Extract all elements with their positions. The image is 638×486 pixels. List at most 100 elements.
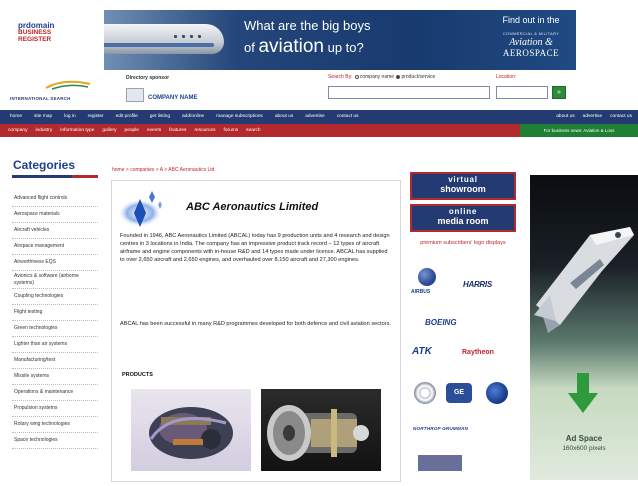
sidebar-item-aircraft-vehicles[interactable]: Aircraft vehicles — [12, 223, 98, 239]
subnav-item-forums[interactable]: forums — [224, 128, 239, 133]
banner-headline: What are the big boys of aviation up to? — [244, 18, 370, 60]
airplane-window — [198, 35, 201, 38]
nav-item-get-listing[interactable]: get listing — [150, 114, 170, 119]
subnav-item-industry[interactable]: industry — [35, 128, 52, 133]
subnav-item-events[interactable]: events — [147, 128, 161, 133]
product-image-engine-1[interactable] — [131, 389, 251, 471]
media-room-button[interactable]: online media room — [410, 204, 516, 232]
sidebar-item-operations-maintenance[interactable]: Operations & maintenance — [12, 385, 98, 401]
breadcrumb[interactable]: home > companies > A > ABC Aeronautics L… — [112, 167, 214, 173]
page: prdomain BUSINESS REGISTER What are the … — [0, 0, 638, 486]
swoosh-icon — [45, 80, 91, 90]
categories-title: Categories — [13, 158, 76, 172]
banner-find-out: Find out in the — [502, 15, 560, 25]
categories-underline — [12, 175, 98, 178]
subnav-item-search[interactable]: search — [246, 128, 260, 133]
ge-logo[interactable]: GE — [446, 383, 472, 403]
sidebar-item-airspace-management[interactable]: Airspace management — [12, 239, 98, 255]
primary-nav-right: about us advertise contact us — [548, 110, 632, 124]
search-input[interactable] — [328, 86, 490, 99]
banner-line2-prefix: of — [244, 39, 255, 55]
search-by-text: Search By: — [328, 74, 353, 80]
nav-right-item-contact-us[interactable]: contact us — [610, 114, 632, 119]
mr-bottom: media room — [437, 215, 489, 226]
nav-right-item-about-us[interactable]: about us — [556, 114, 574, 119]
sidebar-item-advanced-flight-controls[interactable]: Advanced flight controls — [12, 191, 98, 207]
sidebar-item-space-technologies[interactable]: Space technologies — [12, 433, 98, 449]
nav-item-edit-profile[interactable]: edit profile — [116, 114, 138, 119]
subnav-item-resources[interactable]: resources — [194, 128, 215, 133]
sponsor-logo-bottom[interactable] — [418, 455, 462, 471]
banner-brand1: Aviation & — [509, 37, 553, 48]
sidebar-item-lighter-than-air-systems[interactable]: Lighter than air systems — [12, 337, 98, 353]
sidebar-item-avionics-software-airborne-systems[interactable]: Avionics & software (airborne systems) — [12, 271, 98, 289]
sidebar-item-manufacturing-test[interactable]: Manufacturing/test — [12, 353, 98, 369]
sidebar-item-green-technologies[interactable]: Green technologies — [12, 321, 98, 337]
globe-logo-icon[interactable] — [486, 382, 508, 404]
international-search-link[interactable]: INTERNATIONAL SEARCH — [10, 96, 71, 101]
nav-item-site-map[interactable]: site map — [34, 114, 52, 119]
subnav-item-features[interactable]: features — [169, 128, 186, 133]
airplane-graphic — [104, 24, 224, 54]
company-description: Founded in 1946, ABC Aeronautics Limited… — [120, 233, 390, 263]
business-news-link[interactable]: For business news: Aviation & Loss — [520, 124, 638, 137]
airplane-window — [174, 35, 177, 38]
subnav-item-information-type[interactable]: information type — [60, 128, 94, 133]
sidebar-item-missile-systems[interactable]: Missile systems — [12, 369, 98, 385]
sidebar-item-flight-testing[interactable]: Flight testing — [12, 305, 98, 321]
banner-line1: What are the big boys — [244, 18, 371, 33]
logo-line3: REGISTER — [18, 36, 52, 44]
nav-item-manage-subscriptions[interactable]: manage subscriptions — [216, 114, 263, 119]
company-name-heading: ABC Aeronautics Limited — [186, 201, 319, 213]
nav-item-advertise[interactable]: advertise — [305, 114, 324, 119]
subnav-item-gallery[interactable]: gallery — [102, 128, 116, 133]
sponsor-logo-placeholder[interactable] — [126, 88, 144, 102]
nav-item-contact-us[interactable]: contact us — [337, 114, 359, 119]
subnav-item-company[interactable]: company — [8, 128, 27, 133]
space-shuttle-graphic — [534, 227, 634, 333]
ad-size: 160x600 pixels — [562, 445, 606, 453]
nav-item-add-online[interactable]: add/online — [182, 114, 204, 119]
raytheon-logo[interactable]: Raytheon — [462, 349, 494, 356]
radio-product-service[interactable] — [396, 74, 401, 79]
location-label: Location: — [496, 74, 517, 80]
nav-item-log-in[interactable]: log in — [64, 114, 75, 119]
down-arrow-icon — [568, 373, 598, 413]
secondary-nav: company industry information type gallery pe… — [0, 124, 638, 137]
airbus-logo[interactable]: AIRBUS — [411, 289, 430, 295]
location-input[interactable] — [496, 86, 548, 99]
banner-ad[interactable]: What are the big boys of aviation up to?… — [104, 10, 576, 70]
sponsor-company-name: COMPANY NAME — [148, 95, 198, 101]
nav-right-item-advertise[interactable]: advertise — [583, 114, 602, 119]
sidebar-item-aerospace-materials[interactable]: Aerospace materials — [12, 207, 98, 223]
skyscraper-ad[interactable]: Ad Space 160x600 pixels — [530, 175, 638, 480]
airbus-globe-icon[interactable] — [418, 268, 436, 286]
primary-nav: home site map log in register edit profile ge… — [0, 110, 638, 124]
sidebar-item-coupling-technologies[interactable]: Coupling technologies — [12, 289, 98, 305]
product-image-engine-2[interactable] — [261, 389, 381, 471]
banner-brand2: AEROSPACE — [502, 48, 560, 58]
sidebar-item-rotary-wing-technologies[interactable]: Rotary wing technologies — [12, 417, 98, 433]
ad-space-text: Ad Space 160x600 pixels — [530, 433, 638, 453]
harris-logo[interactable]: HARRIS — [463, 280, 492, 289]
company-rnd-text: ABCAL has been successful in many R&D pr… — [120, 321, 391, 327]
primary-nav-items: home site map log in register edit profile ge… — [0, 110, 638, 124]
site-logo[interactable]: prdomain BUSINESS REGISTER — [18, 21, 90, 44]
nav-item-about-us[interactable]: about us — [275, 114, 293, 119]
engine-image-1 — [149, 407, 233, 459]
search-go-button[interactable]: » — [552, 86, 566, 99]
sidebar-item-airworthiness-eqs[interactable]: Airworthiness EQS — [12, 255, 98, 271]
sidebar-item-propulsion-systems[interactable]: Propulsion systems — [12, 401, 98, 417]
engine-image-2 — [267, 405, 369, 461]
atk-logo[interactable]: ATK — [412, 346, 432, 357]
boeing-logo[interactable]: BOEING — [425, 318, 457, 327]
virtual-showroom-button[interactable]: virtual showroom — [410, 172, 516, 200]
banner-line2-suffix: up to? — [327, 39, 364, 55]
seal-logo-icon[interactable] — [414, 382, 436, 404]
radio-company-name[interactable] — [354, 74, 359, 79]
subnav-item-people[interactable]: people — [125, 128, 139, 133]
radio-product-label: product/service — [401, 74, 436, 80]
nav-item-home[interactable]: home — [10, 114, 22, 119]
nav-item-register[interactable]: register — [88, 114, 104, 119]
northrop-logo[interactable]: NORTHROP GRUMMAN — [413, 426, 468, 431]
